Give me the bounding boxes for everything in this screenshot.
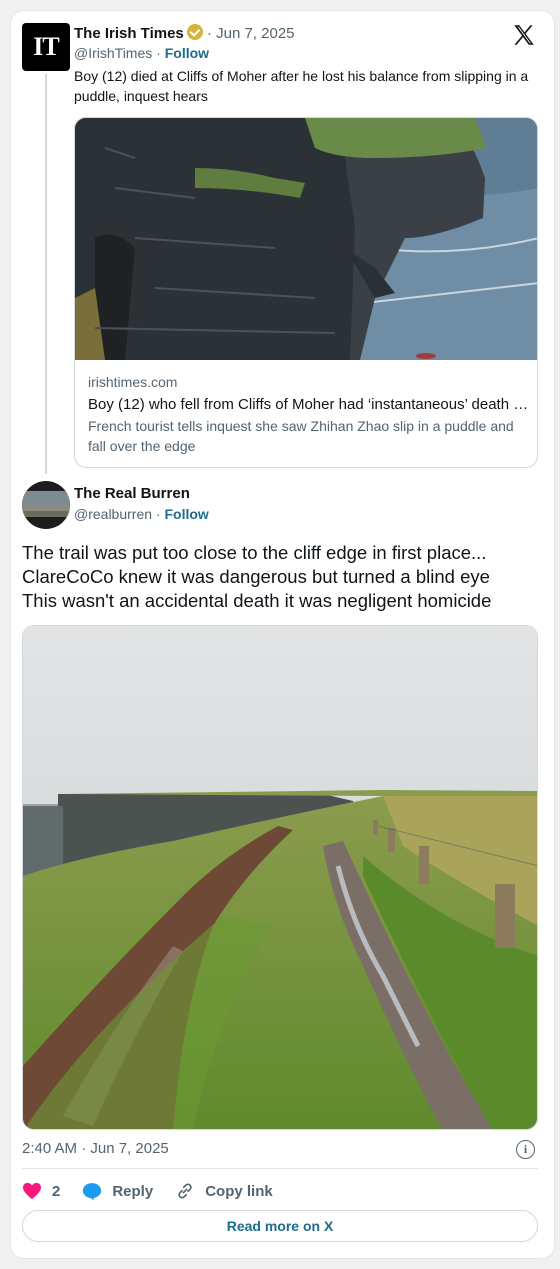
action-bar: 2 Reply Copy link <box>22 1180 295 1202</box>
link-card-domain: irishtimes.com <box>88 374 178 390</box>
quoted-author-name-text[interactable]: The Irish Times <box>74 25 184 42</box>
quoted-handle-row: @IrishTimes · Follow <box>74 45 209 61</box>
tweet-text-line: ClareCoCo knew it was dangerous but turn… <box>22 566 490 587</box>
reply-button[interactable]: Reply <box>82 1182 153 1201</box>
heart-icon <box>23 1182 41 1200</box>
like-button[interactable]: 2 <box>22 1182 60 1200</box>
article-link-card[interactable]: irishtimes.com Boy (12) who fell from Cl… <box>74 117 538 468</box>
real-burren-avatar[interactable] <box>22 481 70 529</box>
tweet-text-line: The trail was put too close to the cliff… <box>22 542 487 563</box>
quoted-author-name[interactable]: The Irish Times · Jun 7, 2025 <box>74 24 295 42</box>
quoted-date[interactable]: Jun 7, 2025 <box>216 25 294 42</box>
quoted-handle[interactable]: @IrishTimes <box>74 45 152 61</box>
copy-link-label: Copy link <box>205 1182 273 1200</box>
reply-bubble-icon <box>83 1182 102 1200</box>
like-count: 2 <box>52 1182 61 1200</box>
tweet-timestamp[interactable]: 2:40 AM · Jun 7, 2025 <box>22 1140 169 1157</box>
handle-separator: · <box>156 45 161 61</box>
copy-link-button[interactable]: Copy link <box>175 1181 273 1201</box>
quoted-tweet-text: Boy (12) died at Cliffs of Moher after h… <box>74 68 529 104</box>
tweet-handle-row: @realburren · Follow <box>74 506 209 522</box>
cliffs-of-moher-photo <box>75 118 537 360</box>
tweet-text: The trail was put too close to the cliff… <box>22 541 552 613</box>
tweet-photo-cliff-trail[interactable] <box>22 625 538 1130</box>
divider <box>22 1168 538 1169</box>
link-card-description: French tourist tells inquest she saw Zhi… <box>88 418 514 454</box>
tweet-handle[interactable]: @realburren <box>74 506 152 522</box>
link-card-title: Boy (12) who fell from Cliffs of Moher h… <box>88 396 533 413</box>
link-icon <box>178 1183 192 1199</box>
x-logo-icon[interactable] <box>511 22 539 50</box>
quoted-date-separator: · <box>206 25 212 42</box>
handle-separator: · <box>155 506 161 522</box>
follow-real-burren-button[interactable]: Follow <box>164 506 208 522</box>
follow-irish-times-button[interactable]: Follow <box>165 45 209 61</box>
tweet-text-line: This wasn't an accidental death it was n… <box>22 590 492 611</box>
read-more-button[interactable]: Read more on X <box>22 1210 538 1242</box>
tweet-author-name[interactable]: The Real Burren <box>74 485 190 502</box>
verified-badge-icon <box>186 24 203 40</box>
thread-line <box>45 74 47 474</box>
irish-times-avatar[interactable]: IT <box>22 23 70 71</box>
reply-label: Reply <box>112 1182 154 1200</box>
info-icon[interactable]: i <box>516 1140 535 1159</box>
